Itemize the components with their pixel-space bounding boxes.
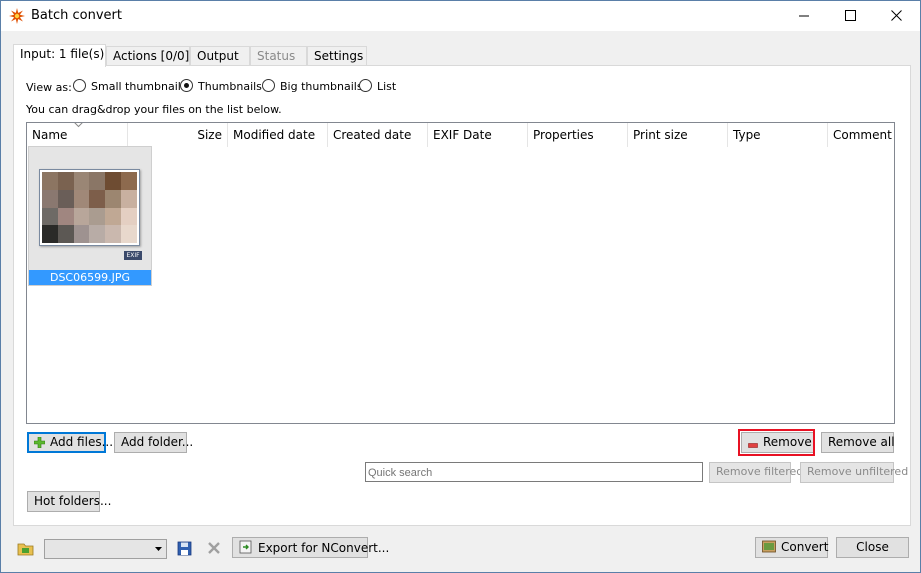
title-bar[interactable]: Batch convert bbox=[1, 1, 920, 31]
tab-status[interactable]: Status bbox=[250, 46, 307, 66]
close-icon bbox=[891, 10, 902, 21]
column-comment[interactable]: Comment bbox=[828, 123, 894, 147]
hot-folders-button[interactable]: Hot folders... bbox=[27, 491, 111, 512]
remove-all-button[interactable]: Remove all bbox=[821, 432, 895, 453]
column-exif-date[interactable]: EXIF Date bbox=[428, 123, 528, 147]
exif-badge: EXIF bbox=[124, 251, 142, 260]
input-panel: View as: Small thumbnails Thumbnails Big… bbox=[13, 65, 911, 526]
add-files-label: Add files... bbox=[50, 435, 114, 449]
save-icon[interactable] bbox=[176, 541, 194, 557]
convert-icon bbox=[762, 540, 776, 553]
open-folder-icon[interactable] bbox=[17, 541, 35, 557]
radio-big-thumbnails[interactable] bbox=[262, 79, 275, 92]
list-item[interactable]: EXIF DSC06599.JPG bbox=[28, 146, 152, 286]
add-folder-button[interactable]: Add folder... bbox=[114, 432, 193, 453]
tab-actions[interactable]: Actions [0/0] bbox=[106, 46, 190, 66]
sort-down-icon bbox=[74, 123, 83, 128]
export-icon bbox=[239, 540, 252, 554]
column-created-date[interactable]: Created date bbox=[328, 123, 428, 147]
minimize-icon bbox=[799, 15, 809, 17]
radio-big-thumbnails-label[interactable]: Big thumbnails bbox=[280, 80, 363, 93]
column-print-size[interactable]: Print size bbox=[628, 123, 728, 147]
drag-drop-hint: You can drag&drop your files on the list… bbox=[26, 103, 282, 116]
file-list[interactable]: Name Size Modified date Created date EXI… bbox=[26, 122, 895, 424]
column-properties[interactable]: Properties bbox=[528, 123, 628, 147]
xnview-star-icon bbox=[9, 8, 25, 24]
export-nconvert-button[interactable]: Export for NConvert... bbox=[232, 537, 389, 558]
maximize-button[interactable] bbox=[828, 1, 874, 31]
plus-icon bbox=[34, 437, 45, 448]
view-as-label: View as: bbox=[26, 81, 72, 94]
column-modified-date[interactable]: Modified date bbox=[228, 123, 328, 147]
tab-settings[interactable]: Settings bbox=[307, 46, 367, 66]
convert-label: Convert bbox=[781, 540, 829, 554]
remove-filtered-button[interactable]: Remove filtered bbox=[709, 462, 803, 483]
delete-icon[interactable] bbox=[205, 541, 223, 557]
window-title: Batch convert bbox=[31, 8, 122, 23]
radio-thumbnails[interactable] bbox=[180, 79, 193, 92]
thumbnail-image bbox=[42, 172, 137, 243]
maximize-icon bbox=[845, 10, 856, 21]
quick-search-input[interactable] bbox=[365, 462, 703, 482]
file-name-label: DSC06599.JPG bbox=[29, 270, 151, 285]
convert-button[interactable]: Convert bbox=[755, 537, 828, 558]
tab-output[interactable]: Output bbox=[190, 46, 250, 66]
dropdown-arrow-icon bbox=[155, 547, 162, 551]
column-type[interactable]: Type bbox=[728, 123, 828, 147]
thumbnail-frame bbox=[39, 169, 140, 246]
remove-unfiltered-button[interactable]: Remove unfiltered bbox=[800, 462, 908, 483]
tab-input[interactable]: Input: 1 file(s) bbox=[13, 44, 106, 67]
batch-convert-window: Batch convert Input: 1 file(s) Actions [… bbox=[0, 0, 921, 573]
radio-list-label[interactable]: List bbox=[377, 80, 396, 93]
minimize-button[interactable] bbox=[782, 1, 828, 31]
close-button[interactable]: Close bbox=[836, 537, 909, 558]
export-nconvert-label: Export for NConvert... bbox=[258, 541, 390, 555]
radio-small-thumbnails-label[interactable]: Small thumbnails bbox=[91, 80, 187, 93]
remove-highlight bbox=[738, 429, 815, 456]
column-size[interactable]: Size bbox=[128, 123, 228, 147]
radio-list[interactable] bbox=[359, 79, 372, 92]
close-window-button[interactable] bbox=[874, 1, 920, 31]
radio-thumbnails-label[interactable]: Thumbnails bbox=[198, 80, 262, 93]
settings-preset-dropdown[interactable] bbox=[44, 539, 167, 559]
radio-small-thumbnails[interactable] bbox=[73, 79, 86, 92]
add-files-button[interactable]: Add files... bbox=[27, 432, 113, 453]
